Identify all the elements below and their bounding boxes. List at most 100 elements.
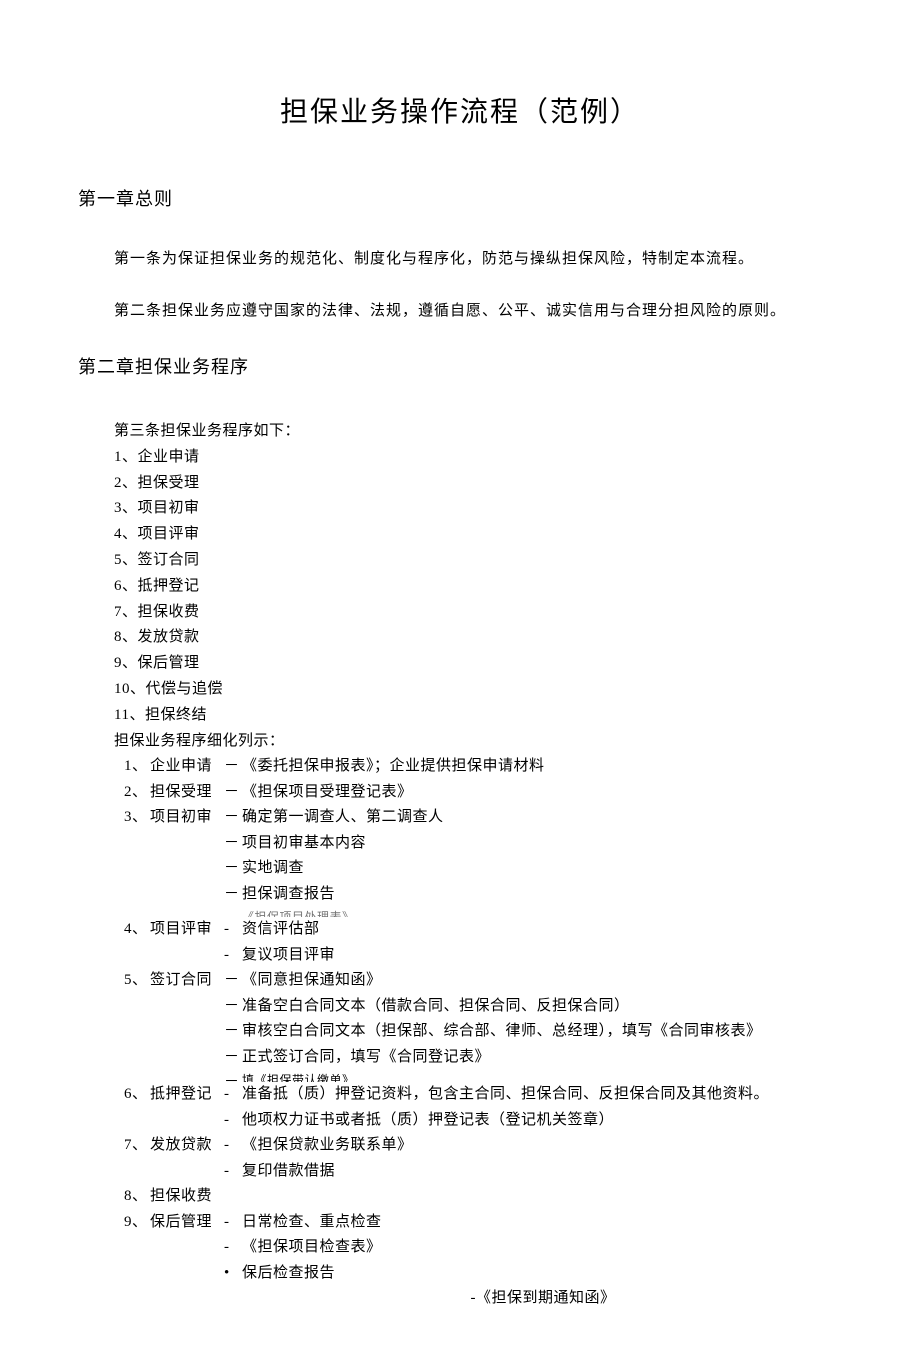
- detail-row-4: 4、 项目评审 - 资信评估部: [124, 917, 842, 943]
- article-1: 第一条为保证担保业务的规范化、制度化与程序化，防范与操纵担保风险，特制定本流程。: [78, 247, 842, 271]
- detail-label: 发放贷款: [150, 1133, 224, 1159]
- detail-index: 5、: [124, 968, 150, 994]
- detail-subrow: 《担保项目处理表》: [124, 907, 842, 917]
- dash-icon: -: [224, 1108, 242, 1134]
- detail-content: 保后检查报告: [242, 1261, 842, 1287]
- dash-icon: －: [224, 1070, 242, 1082]
- step-7: 7、担保收费: [114, 600, 842, 626]
- detail-content: 准备抵（质）押登记资料，包含主合同、担保合同、反担保合同及其他资料。: [242, 1082, 842, 1108]
- detail-content: 《担保贷款业务联系单》: [242, 1133, 842, 1159]
- detail-index: 2、: [124, 780, 150, 806]
- article-3-intro: 第三条担保业务程序如下：: [114, 419, 842, 445]
- detail-label: 项目初审: [150, 805, 224, 831]
- step-4: 4、项目评审: [114, 522, 842, 548]
- detail-content: 项目初审基本内容: [242, 831, 842, 857]
- detail-content: 日常检查、重点检查: [242, 1210, 842, 1236]
- dash-icon: －: [224, 805, 242, 831]
- detail-label: 保后管理: [150, 1210, 224, 1236]
- detail-content: 《同意担保通知函》: [242, 968, 842, 994]
- dash-icon: －: [224, 994, 242, 1020]
- detail-content: 填《担保带认缴单》: [242, 1070, 842, 1082]
- detail-subrow: － 审核空白合同文本（担保部、综合部、律师、总经理），填写《合同审核表》: [124, 1019, 842, 1045]
- dash-icon: －: [224, 831, 242, 857]
- detail-content: 《担保到期通知函》: [476, 1290, 616, 1306]
- detail-content: 《担保项目受理登记表》: [242, 780, 842, 806]
- step-6: 6、抵押登记: [114, 574, 842, 600]
- step-5: 5、签订合同: [114, 548, 842, 574]
- detail-row-3: 3、 项目初审 － 确定第一调查人、第二调查人: [124, 805, 842, 831]
- detail-list: 1、 企业申请 － 《委托担保申报表》；企业提供担保申请材料 2、 担保受理 －…: [124, 754, 842, 1312]
- detail-subrow: － 担保调查报告: [124, 882, 842, 908]
- dash-icon: －: [224, 780, 242, 806]
- detail-content: 担保调查报告: [242, 882, 842, 908]
- detail-index: 7、: [124, 1133, 150, 1159]
- detail-index: 6、: [124, 1082, 150, 1108]
- step-11: 11、担保终结: [114, 703, 842, 729]
- detail-content: 准备空白合同文本（借款合同、担保合同、反担保合同）: [242, 994, 842, 1020]
- detail-index: 9、: [124, 1210, 150, 1236]
- detail-subrow: － 准备空白合同文本（借款合同、担保合同、反担保合同）: [124, 994, 842, 1020]
- detail-row-5: 5、 签订合同 － 《同意担保通知函》: [124, 968, 842, 994]
- document-title: 担保业务操作流程（范例）: [78, 90, 842, 130]
- article-2: 第二条担保业务应遵守国家的法律、法规，遵循自愿、公平、诚实信用与合理分担风险的原…: [78, 299, 842, 323]
- dash-icon: －: [224, 1045, 242, 1071]
- detail-content: 资信评估部: [242, 917, 842, 943]
- detail-row-9: 9、 保后管理 - 日常检查、重点检查: [124, 1210, 842, 1236]
- detail-row-2: 2、 担保受理 － 《担保项目受理登记表》: [124, 780, 842, 806]
- detail-subrow: － 项目初审基本内容: [124, 831, 842, 857]
- detail-content: 《担保项目处理表》: [242, 907, 842, 917]
- detail-row-7: 7、 发放贷款 - 《担保贷款业务联系单》: [124, 1133, 842, 1159]
- dash-icon: -: [224, 1210, 242, 1236]
- dash-icon: -: [224, 1159, 242, 1185]
- detail-content: 正式签订合同，填写《合同登记表》: [242, 1045, 842, 1071]
- dash-icon: －: [224, 1019, 242, 1045]
- step-8: 8、发放贷款: [114, 625, 842, 651]
- detail-subrow: - 复议项目评审: [124, 943, 842, 969]
- detail-label: 签订合同: [150, 968, 224, 994]
- dash-icon: -: [224, 917, 242, 943]
- dash-icon: -: [224, 943, 242, 969]
- procedure-block: 第三条担保业务程序如下： 1、企业申请 2、担保受理 3、项目初审 4、项目评审…: [114, 419, 842, 1312]
- chapter-1-heading: 第一章总则: [78, 185, 842, 211]
- detail-index: 3、: [124, 805, 150, 831]
- detail-subrow: － 实地调查: [124, 856, 842, 882]
- detail-subrow: - 《担保项目检查表》: [124, 1235, 842, 1261]
- detail-centered: -《担保到期通知函》: [244, 1286, 842, 1312]
- detail-index: 4、: [124, 917, 150, 943]
- detail-index: 8、: [124, 1184, 150, 1210]
- detail-content: 《委托担保申报表》；企业提供担保申请材料: [242, 754, 842, 780]
- detail-subrow: － 正式签订合同，填写《合同登记表》: [124, 1045, 842, 1071]
- detail-label: 抵押登记: [150, 1082, 224, 1108]
- dash-icon: －: [224, 856, 242, 882]
- dash-icon: －: [224, 968, 242, 994]
- detail-content: 实地调查: [242, 856, 842, 882]
- detail-content: 确定第一调查人、第二调查人: [242, 805, 842, 831]
- detail-label: 担保受理: [150, 780, 224, 806]
- detail-content: 《担保项目检查表》: [242, 1235, 842, 1261]
- step-9: 9、保后管理: [114, 651, 842, 677]
- detail-subrow: • 保后检查报告: [124, 1261, 842, 1287]
- detail-label: 项目评审: [150, 917, 224, 943]
- step-1: 1、企业申请: [114, 445, 842, 471]
- bullet-icon: •: [224, 1261, 242, 1287]
- document-page: 担保业务操作流程（范例） 第一章总则 第一条为保证担保业务的规范化、制度化与程序…: [0, 0, 920, 1352]
- detail-title: 担保业务程序细化列示：: [114, 729, 842, 755]
- dash-icon: -: [224, 1235, 242, 1261]
- detail-content: 复印借款借据: [242, 1159, 842, 1185]
- dash-icon: －: [224, 754, 242, 780]
- detail-content: 他项权力证书或者抵（质）押登记表（登记机关签章）: [242, 1108, 842, 1134]
- detail-row-1: 1、 企业申请 － 《委托担保申报表》；企业提供担保申请材料: [124, 754, 842, 780]
- detail-subrow: － 填《担保带认缴单》: [124, 1070, 842, 1082]
- detail-row-6: 6、 抵押登记 - 准备抵（质）押登记资料，包含主合同、担保合同、反担保合同及其…: [124, 1082, 842, 1108]
- detail-subrow: - 他项权力证书或者抵（质）押登记表（登记机关签章）: [124, 1108, 842, 1134]
- step-2: 2、担保受理: [114, 471, 842, 497]
- detail-label: 企业申请: [150, 754, 224, 780]
- detail-row-8: 8、 担保收费: [124, 1184, 842, 1210]
- step-3: 3、项目初审: [114, 496, 842, 522]
- detail-subrow: - 复印借款借据: [124, 1159, 842, 1185]
- dash-icon: -: [224, 1133, 242, 1159]
- detail-content: 审核空白合同文本（担保部、综合部、律师、总经理），填写《合同审核表》: [242, 1019, 842, 1045]
- chapter-2-heading: 第二章担保业务程序: [78, 353, 842, 379]
- step-10: 10、代偿与追偿: [114, 677, 842, 703]
- dash-icon: －: [224, 882, 242, 908]
